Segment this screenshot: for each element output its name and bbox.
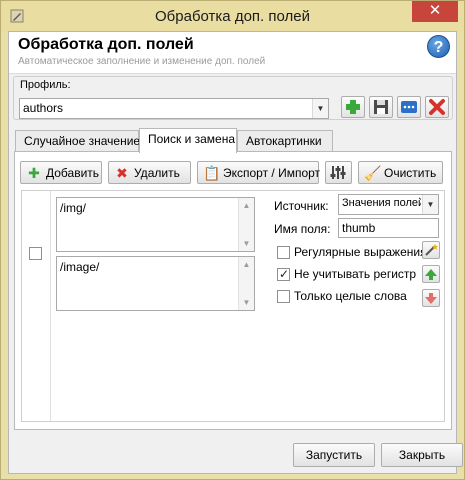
dialog-window: Обработка доп. полей ✕ Обработка доп. по…: [0, 0, 465, 480]
window-title: Обработка доп. полей: [155, 8, 310, 25]
sliders-icon: [330, 166, 346, 179]
settings-sliders-button[interactable]: [325, 161, 352, 184]
tab-auto-images[interactable]: Автокартинки: [237, 130, 333, 152]
rule-divider: [50, 191, 51, 421]
ignore-case-label: Не учитывать регистр: [294, 267, 417, 281]
scroll-up-icon[interactable]: ▲: [239, 198, 254, 213]
replace-text-value: /image/: [60, 260, 100, 274]
field-name-input[interactable]: thumb: [338, 218, 439, 238]
add-rule-button[interactable]: ✚ Добавить: [20, 161, 102, 184]
magic-wand-icon[interactable]: [422, 241, 440, 259]
whole-words-label: Только целые слова: [294, 289, 407, 303]
dialog-subtitle: Автоматическое заполнение и изменение до…: [18, 56, 266, 67]
search-replace-panel: ✚ Добавить ✖ Удалить 📋 Экспорт / Импорт …: [14, 151, 452, 430]
search-scrollbar[interactable]: ▲ ▼: [238, 198, 254, 251]
export-import-button[interactable]: 📋 Экспорт / Импорт: [197, 161, 321, 184]
field-name-value: thumb: [342, 221, 376, 235]
delete-rule-label: Удалить: [134, 166, 180, 180]
tab-random-value[interactable]: Случайное значение: [15, 130, 140, 152]
chevron-down-icon[interactable]: ▼: [312, 99, 328, 118]
delete-rule-button[interactable]: ✖ Удалить: [108, 161, 191, 184]
dialog-header: Обработка доп. полей Автоматическое запо…: [9, 32, 456, 74]
source-select[interactable]: Значения полей ▼: [338, 194, 439, 215]
red-x-icon: ✖: [116, 165, 128, 181]
red-x-icon: [429, 99, 445, 115]
dialog-body: Обработка доп. полей Автоматическое запо…: [8, 31, 463, 474]
export-import-label: Экспорт / Импорт: [223, 166, 321, 180]
replace-scrollbar[interactable]: ▲ ▼: [238, 257, 254, 310]
ignore-case-checkbox[interactable]: [277, 267, 290, 281]
close-window-button[interactable]: ✕: [412, 1, 458, 22]
broom-icon: 🧹: [364, 165, 382, 181]
source-label: Источник:: [274, 199, 329, 213]
add-profile-button[interactable]: [341, 96, 365, 118]
scroll-down-icon[interactable]: ▼: [239, 236, 254, 251]
help-icon[interactable]: ?: [427, 35, 450, 58]
regex-checkbox[interactable]: [277, 246, 290, 259]
profile-select[interactable]: authors ▼: [19, 98, 329, 119]
search-text-area[interactable]: /img/ ▲ ▼: [56, 197, 255, 252]
profile-select-value: authors: [23, 101, 64, 115]
clipboard-icon: 📋: [203, 165, 221, 181]
close-button[interactable]: Закрыть: [381, 443, 463, 467]
scroll-down-icon[interactable]: ▼: [239, 295, 254, 310]
delete-profile-button[interactable]: [425, 96, 449, 118]
clear-rules-button[interactable]: 🧹 Очистить: [358, 161, 443, 184]
dots-icon: [401, 101, 417, 113]
plus-icon: ✚: [28, 165, 40, 181]
move-up-icon[interactable]: [422, 265, 440, 283]
regex-label: Регулярные выражения: [294, 245, 427, 259]
scroll-up-icon[interactable]: ▲: [239, 257, 254, 272]
search-text-value: /img/: [60, 201, 87, 215]
plus-icon: [346, 100, 360, 114]
source-select-value: Значения полей: [342, 197, 421, 209]
field-name-label: Имя поля:: [274, 222, 331, 236]
rule-list-item: /img/ ▲ ▼ /image/ ▲ ▼ Источник: Значения…: [21, 190, 445, 422]
clear-rules-label: Очистить: [384, 166, 437, 180]
tab-search-replace[interactable]: Поиск и замена: [139, 128, 237, 153]
title-bar[interactable]: Обработка доп. полей ✕: [1, 1, 464, 31]
rename-profile-button[interactable]: [397, 96, 421, 118]
save-profile-button[interactable]: [369, 96, 393, 118]
rule-enabled-checkbox[interactable]: [29, 247, 42, 260]
profile-label: Профиль:: [20, 79, 71, 91]
whole-words-checkbox[interactable]: [277, 290, 290, 303]
replace-text-area[interactable]: /image/ ▲ ▼: [56, 256, 255, 311]
add-rule-label: Добавить: [46, 166, 100, 180]
move-down-icon[interactable]: [422, 289, 440, 307]
run-button[interactable]: Запустить: [293, 443, 375, 467]
chevron-down-icon[interactable]: ▼: [422, 195, 438, 214]
dialog-heading: Обработка доп. полей: [18, 36, 194, 53]
floppy-icon: [374, 100, 388, 114]
